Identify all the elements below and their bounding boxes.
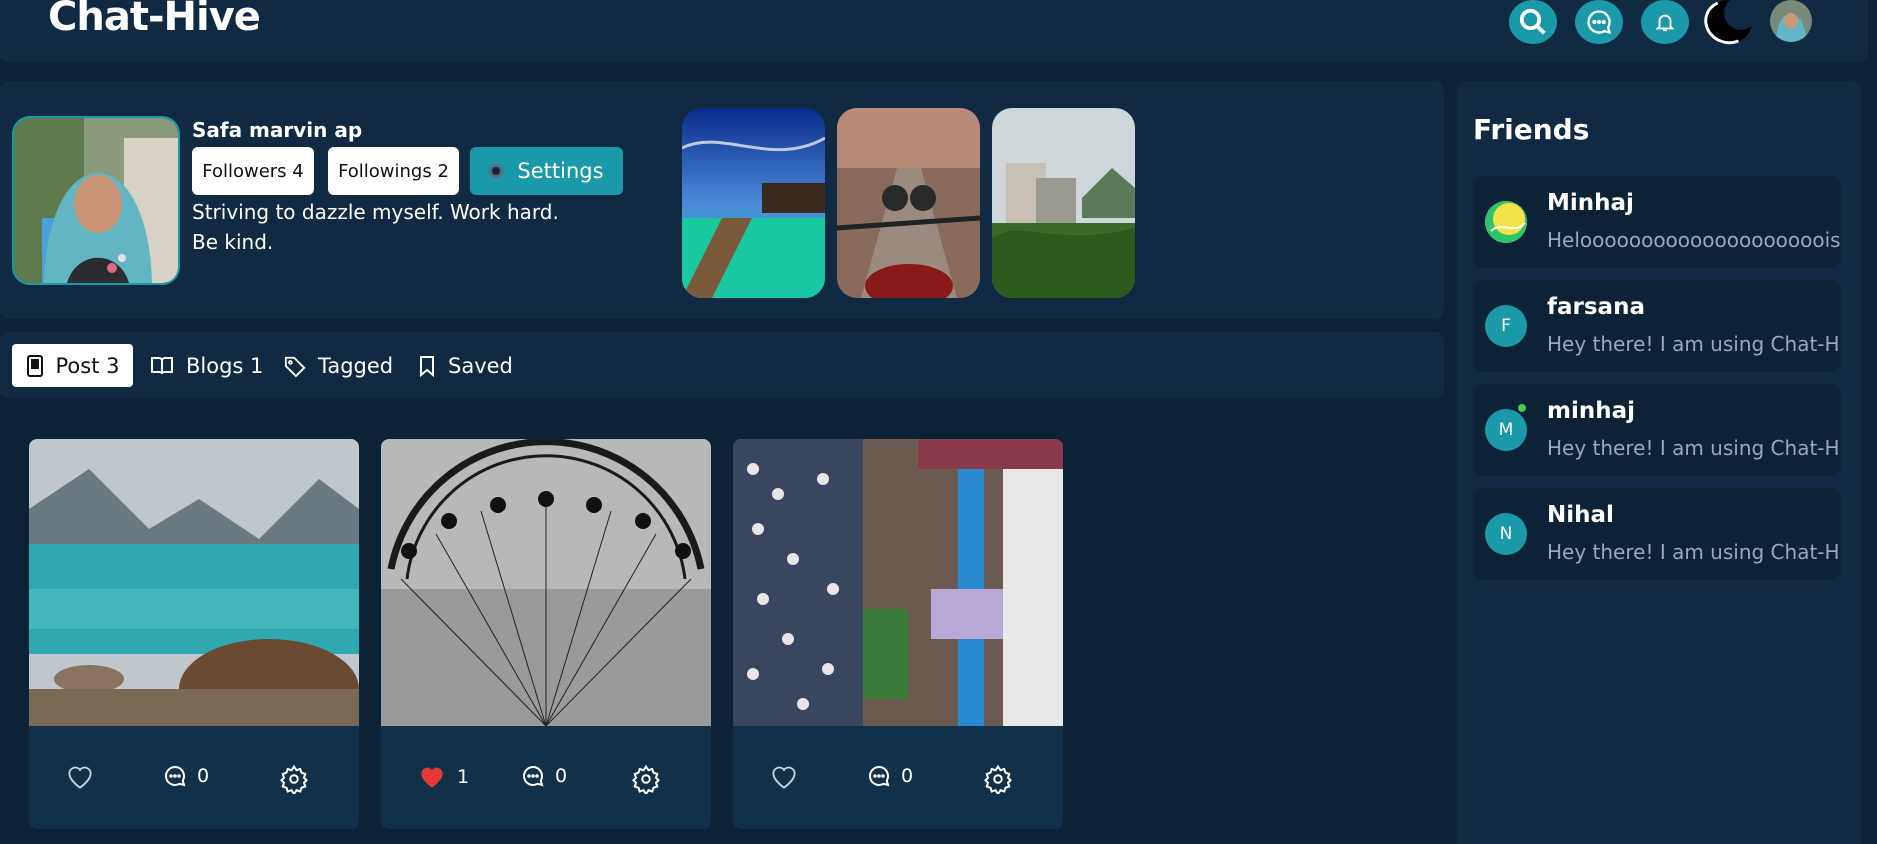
comment-icon: [869, 765, 890, 787]
like-button[interactable]: 1: [417, 764, 469, 790]
followings-button[interactable]: Followings 2: [328, 147, 459, 195]
friend-item[interactable]: F farsana Hey there! I am using Chat-Hiv…: [1473, 280, 1841, 372]
notifications-button[interactable]: [1641, 0, 1689, 44]
post-settings-button[interactable]: [279, 764, 309, 794]
post-card[interactable]: 0: [733, 439, 1063, 829]
post-image[interactable]: [29, 439, 359, 726]
tab-label: Post 3: [55, 353, 120, 378]
friend-item[interactable]: M minhaj Hey there! I am using Chat-Hive: [1473, 384, 1841, 476]
settings-button[interactable]: Settings: [470, 147, 623, 195]
friend-avatar: M: [1485, 409, 1527, 451]
tab-tagged[interactable]: Tagged: [284, 344, 393, 387]
tab-label: Tagged: [318, 353, 394, 378]
tab-saved[interactable]: Saved: [418, 344, 513, 387]
messages-button[interactable]: [1575, 0, 1623, 44]
post-card[interactable]: 0: [29, 439, 359, 829]
comment-count: 0: [197, 765, 210, 787]
friend-avatar: N: [1485, 513, 1527, 555]
gear-icon: [489, 164, 504, 178]
content-tabs: Post 3 Blogs 1 Tagged Saved: [0, 332, 1444, 398]
bookmark-icon: [420, 355, 434, 377]
post-image[interactable]: [381, 439, 711, 726]
comment-button[interactable]: 0: [163, 764, 209, 788]
friend-item[interactable]: Minhaj Helooooooooooooooooooooisi: [1473, 176, 1841, 268]
friend-last-message: Helooooooooooooooooooooisi: [1547, 228, 1841, 252]
post-card[interactable]: 1 0: [381, 439, 711, 829]
comment-button[interactable]: 0: [521, 764, 567, 788]
friend-name: Nihal: [1547, 502, 1614, 528]
post-settings-button[interactable]: [983, 764, 1013, 794]
bio-line: Be kind.: [192, 230, 274, 254]
friend-avatar: [1485, 201, 1527, 243]
heart-icon: [421, 767, 443, 788]
profile-card: Safa marvin ap Followers 4 Followings 2 …: [0, 81, 1444, 319]
book-icon: [151, 356, 173, 374]
phone-icon: [26, 354, 43, 377]
app-logo[interactable]: Chat-Hive: [48, 0, 261, 40]
search-icon: [1519, 8, 1546, 35]
comment-icon: [523, 765, 544, 787]
bio-line: Striving to dazzle myself. Work hard.: [192, 200, 559, 224]
friends-title: Friends: [1473, 113, 1590, 146]
story-thumbnail[interactable]: [992, 108, 1135, 298]
post-image[interactable]: [733, 439, 1063, 726]
heart-icon: [772, 766, 796, 789]
like-button[interactable]: [769, 764, 809, 790]
tab-blogs[interactable]: Blogs 1: [150, 344, 263, 387]
profile-avatar[interactable]: [12, 116, 180, 285]
comment-icon: [165, 765, 186, 787]
like-count: 1: [457, 766, 470, 788]
story-thumbnail[interactable]: [837, 108, 980, 298]
profile-bio: Striving to dazzle myself. Work hard. Be…: [192, 197, 572, 257]
search-button[interactable]: [1509, 0, 1557, 44]
gear-icon: [632, 764, 660, 794]
comment-button[interactable]: 0: [867, 764, 913, 788]
comment-count: 0: [901, 765, 914, 787]
friend-last-message: Hey there! I am using Chat-Hive: [1547, 436, 1841, 460]
tag-icon: [284, 356, 306, 377]
followers-button[interactable]: Followers 4: [192, 147, 314, 195]
friend-item[interactable]: N Nihal Hey there! I am using Chat-Hive: [1473, 488, 1841, 580]
story-thumbnail[interactable]: [682, 108, 825, 298]
post-actions: 0: [733, 726, 1063, 829]
friends-panel: Friends Minhaj Heloooooooooooooooooooois…: [1457, 81, 1861, 844]
gear-icon: [984, 764, 1012, 794]
friend-last-message: Hey there! I am using Chat-Hive: [1547, 540, 1841, 564]
tab-posts[interactable]: Post 3: [12, 344, 133, 387]
friend-last-message: Hey there! I am using Chat-Hive: [1547, 332, 1841, 356]
comment-count: 0: [555, 765, 568, 787]
like-button[interactable]: [65, 764, 105, 790]
tab-label: Blogs 1: [186, 353, 264, 378]
friend-name: farsana: [1547, 294, 1645, 320]
friend-name: minhaj: [1547, 398, 1636, 424]
settings-label: Settings: [517, 159, 604, 183]
top-navbar: Chat-Hive: [0, 0, 1868, 62]
avatar[interactable]: [1770, 0, 1812, 42]
friend-name: Minhaj: [1547, 190, 1634, 216]
online-indicator: [1516, 402, 1528, 414]
profile-name: Safa marvin ap: [192, 118, 363, 142]
post-settings-button[interactable]: [631, 764, 661, 794]
heart-icon: [68, 766, 92, 789]
tab-label: Saved: [448, 353, 513, 378]
gear-icon: [280, 764, 308, 794]
friend-avatar: F: [1485, 305, 1527, 347]
post-actions: 0: [29, 726, 359, 829]
chat-icon: [1587, 10, 1612, 35]
bell-icon: [1655, 14, 1675, 32]
post-actions: 1 0: [381, 726, 711, 829]
